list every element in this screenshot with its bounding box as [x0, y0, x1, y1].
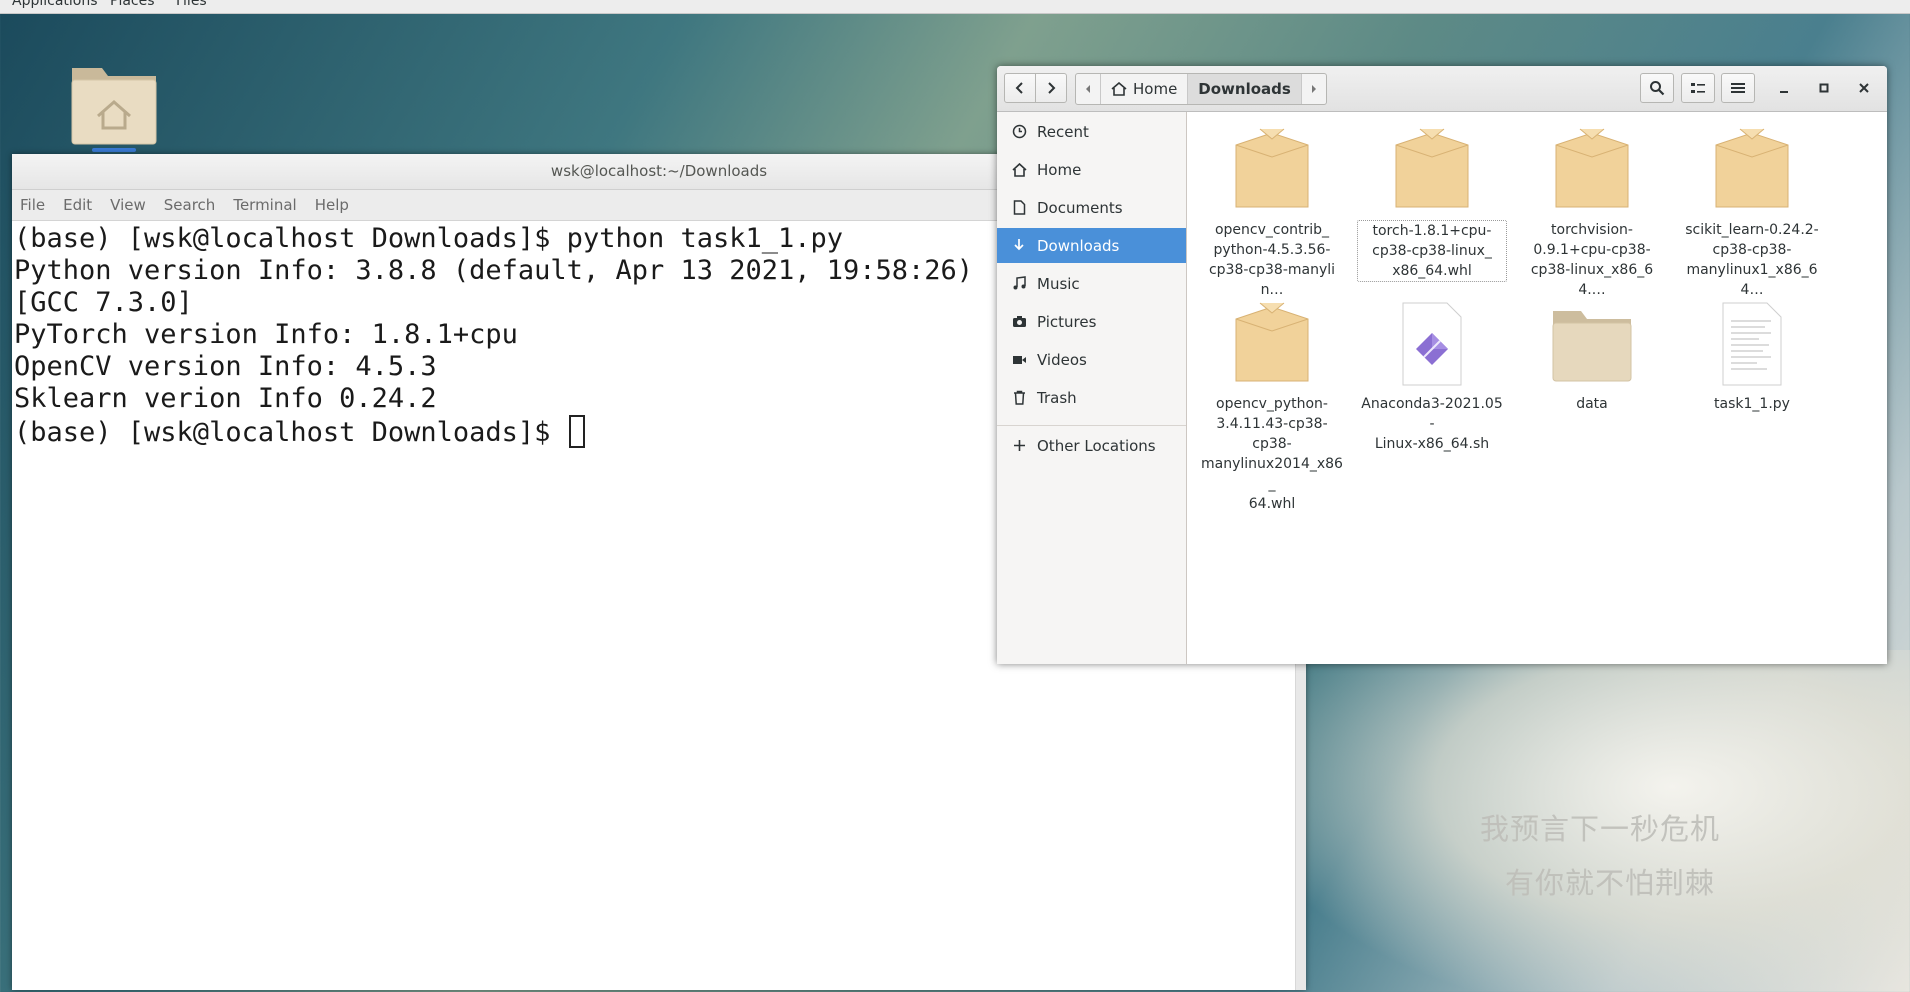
home-folder-icon[interactable]	[70, 62, 160, 152]
breadcrumb: Home Downloads	[1075, 73, 1327, 105]
file-name: torch-1.8.1+cpu- cp38-cp38-linux_ x86_64…	[1357, 220, 1507, 282]
video-icon	[1011, 352, 1027, 368]
package-icon	[1677, 120, 1827, 220]
home-icon	[1011, 162, 1027, 178]
top-panel: Applications Places Files	[0, 0, 1910, 14]
minimize-icon	[1780, 91, 1788, 93]
plus-icon	[1011, 438, 1027, 454]
sidebar-item-label: Videos	[1037, 350, 1087, 369]
sidebar-item-other-locations[interactable]: Other Locations	[997, 428, 1186, 463]
package-icon	[1197, 120, 1347, 220]
package-icon	[1197, 294, 1347, 394]
file-name: Anaconda3-2021.05- Linux-x86_64.sh	[1361, 396, 1503, 452]
sidebar-item-label: Pictures	[1037, 312, 1097, 331]
sidebar-item-trash[interactable]: Trash	[997, 380, 1186, 415]
home-icon	[1111, 82, 1127, 96]
chevron-left-icon	[1015, 82, 1023, 94]
menu-edit[interactable]: Edit	[63, 196, 92, 214]
path-home[interactable]: Home	[1101, 74, 1189, 104]
menu-button[interactable]	[1721, 73, 1755, 103]
file-item[interactable]: torch-1.8.1+cpu- cp38-cp38-linux_ x86_64…	[1357, 120, 1507, 282]
files-app-menu[interactable]: Files	[176, 0, 207, 9]
sidebar-divider	[997, 425, 1186, 426]
file-item[interactable]: data	[1517, 294, 1667, 414]
terminal-cursor	[568, 415, 585, 448]
sidebar-item-pictures[interactable]: Pictures	[997, 304, 1186, 339]
chevron-right-icon	[1048, 82, 1056, 94]
file-name: torchvision- 0.9.1+cpu-cp38- cp38-linux_…	[1530, 222, 1654, 298]
sidebar-item-downloads[interactable]: Downloads	[997, 228, 1186, 263]
text-file-icon	[1677, 294, 1827, 394]
menu-view[interactable]: View	[110, 196, 146, 214]
sidebar-item-recent[interactable]: Recent	[997, 114, 1186, 149]
desktop-selection-indicator	[92, 148, 136, 152]
sidebar-item-label: Documents	[1037, 198, 1123, 217]
folder-icon	[1517, 294, 1667, 394]
maximize-icon	[1819, 83, 1829, 93]
sidebar-item-label: Music	[1037, 274, 1080, 293]
view-mode-button[interactable]	[1681, 73, 1715, 103]
menu-search[interactable]: Search	[164, 196, 216, 214]
sidebar-item-label: Downloads	[1037, 236, 1120, 255]
file-item[interactable]: Anaconda3-2021.05- Linux-x86_64.sh	[1357, 294, 1507, 454]
sidebar-item-label: Other Locations	[1037, 436, 1156, 455]
file-item[interactable]: opencv_contrib_ python-4.5.3.56- cp38-cp…	[1197, 120, 1347, 300]
sidebar-item-label: Recent	[1037, 122, 1089, 141]
close-icon	[1859, 83, 1869, 93]
wallpaper-text: 有你就不怕荆棘	[1505, 866, 1716, 900]
menu-help[interactable]: Help	[315, 196, 349, 214]
file-name: scikit_learn-0.24.2- cp38-cp38- manylinu…	[1685, 222, 1819, 298]
path-scroll-left[interactable]	[1076, 74, 1101, 104]
file-item[interactable]: scikit_learn-0.24.2- cp38-cp38- manylinu…	[1677, 120, 1827, 300]
sidebar-item-music[interactable]: Music	[997, 266, 1186, 301]
minimize-button[interactable]	[1770, 74, 1798, 102]
sidebar-item-home[interactable]: Home	[997, 152, 1186, 187]
trash-icon	[1011, 390, 1027, 406]
script-file-icon	[1357, 294, 1507, 394]
back-button[interactable]	[1004, 73, 1036, 103]
terminal-prompt: (base) [wsk@localhost Downloads]$	[14, 417, 567, 448]
forward-button[interactable]	[1035, 73, 1067, 103]
package-icon	[1517, 120, 1667, 220]
clock-icon	[1011, 124, 1027, 140]
maximize-button[interactable]	[1810, 74, 1838, 102]
file-grid: opencv_contrib_ python-4.5.3.56- cp38-cp…	[1187, 112, 1887, 664]
arrow-left-icon	[1086, 85, 1090, 93]
places-menu[interactable]: Places	[110, 0, 155, 9]
package-icon	[1357, 120, 1507, 220]
file-item[interactable]: opencv_python- 3.4.11.43-cp38- cp38- man…	[1197, 294, 1347, 514]
search-button[interactable]	[1640, 73, 1674, 103]
search-icon	[1650, 81, 1665, 96]
file-manager-headerbar: Home Downloads	[997, 66, 1887, 112]
applications-menu[interactable]: Applications	[12, 0, 98, 9]
music-icon	[1011, 276, 1027, 292]
file-manager-window[interactable]: Home Downloads Recent Home Documents Dow…	[997, 66, 1887, 664]
document-icon	[1011, 200, 1027, 216]
path-scroll-right[interactable]	[1302, 74, 1326, 104]
path-downloads[interactable]: Downloads	[1188, 74, 1302, 104]
file-item[interactable]: task1_1.py	[1677, 294, 1827, 414]
sidebar-item-videos[interactable]: Videos	[997, 342, 1186, 377]
sidebar-item-documents[interactable]: Documents	[997, 190, 1186, 225]
sidebar-item-label: Trash	[1037, 388, 1077, 407]
camera-icon	[1011, 314, 1027, 330]
file-item[interactable]: torchvision- 0.9.1+cpu-cp38- cp38-linux_…	[1517, 120, 1667, 300]
file-name: data	[1576, 396, 1608, 412]
menu-file[interactable]: File	[20, 196, 45, 214]
file-name: opencv_contrib_ python-4.5.3.56- cp38-cp…	[1208, 222, 1336, 298]
close-button[interactable]	[1850, 74, 1878, 102]
file-name: task1_1.py	[1714, 396, 1790, 412]
menu-terminal[interactable]: Terminal	[233, 196, 296, 214]
arrow-right-icon	[1311, 85, 1316, 93]
hamburger-icon	[1731, 83, 1745, 93]
wallpaper-text: 我预言下一秒危机	[1480, 812, 1721, 846]
sidebar-item-label: Home	[1037, 160, 1082, 179]
download-icon	[1011, 238, 1027, 254]
list-view-icon	[1691, 83, 1705, 93]
places-sidebar: Recent Home Documents Downloads Music Pi…	[997, 112, 1187, 664]
file-name: opencv_python- 3.4.11.43-cp38- cp38- man…	[1201, 396, 1343, 512]
